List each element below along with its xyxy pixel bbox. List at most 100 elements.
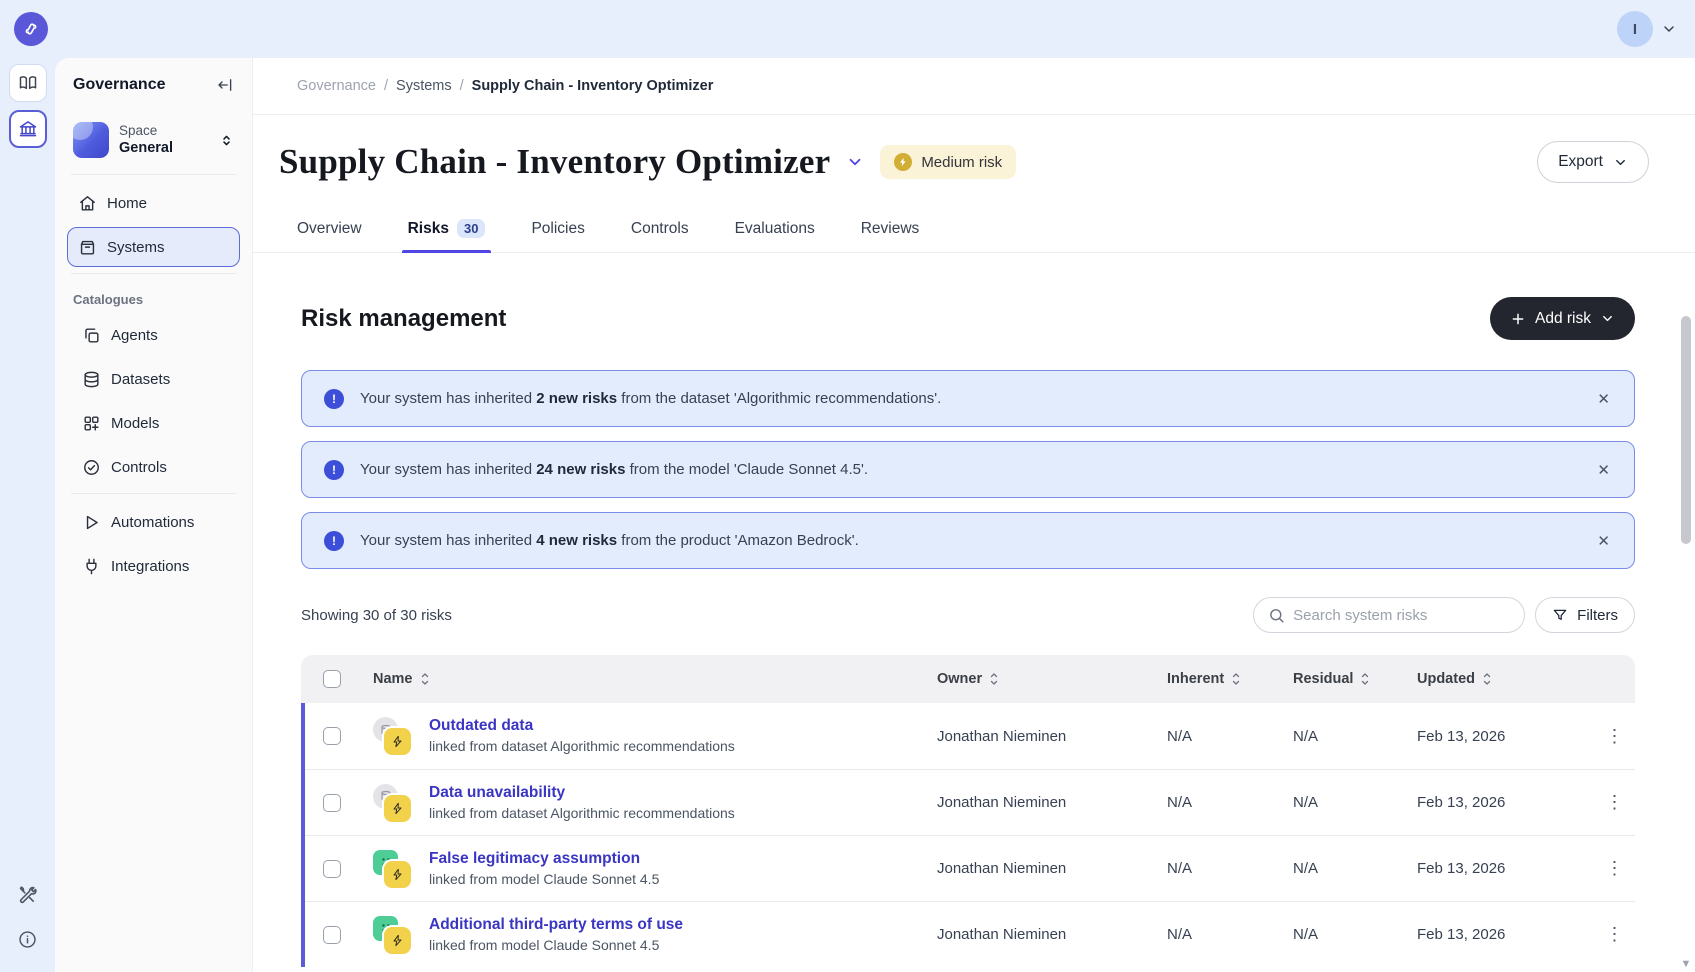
alert-exclamation-icon: ! bbox=[324, 460, 344, 480]
collapse-sidebar-icon[interactable] bbox=[216, 76, 234, 94]
info-icon[interactable] bbox=[9, 920, 47, 958]
sidebar-item-label: Systems bbox=[107, 239, 165, 256]
sort-icon bbox=[988, 672, 1000, 686]
sidebar-item-controls[interactable]: Controls bbox=[71, 447, 240, 487]
row-kebab-menu-icon[interactable]: ⋮ bbox=[1595, 924, 1635, 945]
sidebar-item-models[interactable]: Models bbox=[71, 403, 240, 443]
risk-linked-from: linked from dataset Algorithmic recommen… bbox=[429, 804, 735, 824]
inherent-cell: N/A bbox=[1167, 728, 1293, 745]
row-checkbox[interactable] bbox=[323, 794, 341, 812]
title-chevron-down-icon[interactable] bbox=[846, 153, 864, 171]
alert-close-icon[interactable]: ✕ bbox=[1593, 457, 1614, 483]
row-checkbox[interactable] bbox=[323, 727, 341, 745]
risk-linked-from: linked from model Claude Sonnet 4.5 bbox=[429, 870, 659, 890]
app-window: I bbox=[0, 0, 1695, 972]
residual-cell: N/A bbox=[1293, 794, 1417, 811]
risk-name-link[interactable]: Outdated data bbox=[429, 715, 735, 737]
column-header-inherent[interactable]: Inherent bbox=[1167, 671, 1293, 687]
tabs: Overview Risks 30 Policies Controls Eval… bbox=[253, 209, 1695, 253]
page-title: Supply Chain - Inventory Optimizer bbox=[279, 142, 830, 182]
select-all-checkbox[interactable] bbox=[323, 670, 341, 688]
sidebar-item-systems[interactable]: Systems bbox=[67, 227, 240, 267]
tab-policies[interactable]: Policies bbox=[531, 220, 584, 252]
column-header-owner[interactable]: Owner bbox=[937, 671, 1167, 687]
search-input[interactable] bbox=[1293, 607, 1510, 624]
risk-bolt-icon bbox=[384, 861, 411, 888]
alert-close-icon[interactable]: ✕ bbox=[1593, 386, 1614, 412]
alert-close-icon[interactable]: ✕ bbox=[1593, 528, 1614, 554]
risk-content: Risk management Add risk ! Your system h… bbox=[253, 253, 1695, 972]
add-risk-button[interactable]: Add risk bbox=[1490, 297, 1635, 340]
table-row[interactable]: Data unavailability linked from dataset … bbox=[301, 769, 1635, 835]
column-header-residual[interactable]: Residual bbox=[1293, 671, 1417, 687]
sidebar-item-agents[interactable]: Agents bbox=[71, 315, 240, 355]
tools-icon[interactable] bbox=[9, 876, 47, 914]
sidebar-item-label: Home bbox=[107, 195, 147, 212]
sidebar-item-integrations[interactable]: Integrations bbox=[71, 546, 240, 586]
filters-button[interactable]: Filters bbox=[1535, 597, 1635, 633]
risk-bolt-icon bbox=[384, 927, 411, 954]
sidebar-item-home[interactable]: Home bbox=[67, 183, 240, 223]
tab-risks[interactable]: Risks 30 bbox=[408, 219, 486, 252]
alert-message: Your system has inherited 24 new risks f… bbox=[360, 461, 1577, 478]
user-menu-chevron-down-icon[interactable] bbox=[1661, 21, 1677, 37]
sidebar-title: Governance bbox=[73, 76, 165, 94]
chevron-up-down-icon bbox=[219, 133, 234, 148]
table-row[interactable]: Outdated data linked from dataset Algori… bbox=[301, 703, 1635, 769]
divider bbox=[71, 273, 236, 274]
tab-overview[interactable]: Overview bbox=[297, 220, 362, 252]
risk-source-badges bbox=[373, 782, 413, 824]
add-risk-label: Add risk bbox=[1535, 310, 1591, 328]
risk-linked-from: linked from dataset Algorithmic recommen… bbox=[429, 737, 735, 757]
governance-bank-icon[interactable] bbox=[9, 110, 47, 148]
export-button[interactable]: Export bbox=[1537, 141, 1649, 183]
risk-source-badges bbox=[373, 914, 413, 956]
chevron-down-icon bbox=[1613, 155, 1628, 170]
table-row[interactable]: Additional third-party terms of use link… bbox=[301, 901, 1635, 967]
column-header-name[interactable]: Name bbox=[373, 671, 937, 687]
scrollbar-down-arrow[interactable]: ▼ bbox=[1681, 958, 1692, 970]
scrollbar-thumb[interactable] bbox=[1681, 316, 1691, 544]
breadcrumb-governance[interactable]: Governance bbox=[297, 78, 376, 94]
alert-exclamation-icon: ! bbox=[324, 389, 344, 409]
table-body: Outdated data linked from dataset Algori… bbox=[301, 703, 1635, 967]
export-label: Export bbox=[1558, 153, 1603, 171]
table-header-row: Name Owner Inherent Residual Updated bbox=[301, 655, 1635, 703]
divider bbox=[71, 493, 236, 494]
chevron-down-icon bbox=[1600, 311, 1615, 326]
divider bbox=[71, 174, 236, 175]
app-logo-icon[interactable] bbox=[14, 12, 48, 46]
sidebar-item-label: Controls bbox=[111, 459, 167, 476]
column-header-updated[interactable]: Updated bbox=[1417, 671, 1595, 687]
user-avatar[interactable]: I bbox=[1617, 11, 1653, 47]
risks-count-badge: 30 bbox=[457, 219, 485, 238]
sidebar-item-datasets[interactable]: Datasets bbox=[71, 359, 240, 399]
risk-name-link[interactable]: False legitimacy assumption bbox=[429, 848, 659, 870]
tab-reviews[interactable]: Reviews bbox=[861, 220, 920, 252]
breadcrumb-systems[interactable]: Systems bbox=[396, 78, 452, 94]
risk-name-link[interactable]: Data unavailability bbox=[429, 782, 735, 804]
sidebar-item-automations[interactable]: Automations bbox=[71, 502, 240, 542]
icon-rail bbox=[0, 58, 55, 972]
row-checkbox[interactable] bbox=[323, 926, 341, 944]
risk-name-link[interactable]: Additional third-party terms of use bbox=[429, 914, 683, 936]
alert-message: Your system has inherited 2 new risks fr… bbox=[360, 390, 1577, 407]
row-checkbox[interactable] bbox=[323, 860, 341, 878]
controls-icon bbox=[82, 458, 101, 477]
table-row[interactable]: False legitimacy assumption linked from … bbox=[301, 835, 1635, 901]
inherent-cell: N/A bbox=[1167, 794, 1293, 811]
tab-label: Reviews bbox=[861, 220, 920, 238]
breadcrumb-separator: / bbox=[460, 78, 464, 94]
inherent-cell: N/A bbox=[1167, 860, 1293, 877]
filters-label: Filters bbox=[1577, 607, 1618, 624]
space-selector[interactable]: Space General bbox=[67, 112, 240, 172]
row-kebab-menu-icon[interactable]: ⋮ bbox=[1595, 858, 1635, 879]
inherent-cell: N/A bbox=[1167, 926, 1293, 943]
docs-book-icon[interactable] bbox=[9, 64, 47, 102]
row-kebab-menu-icon[interactable]: ⋮ bbox=[1595, 726, 1635, 747]
inherited-risks-alert: ! Your system has inherited 2 new risks … bbox=[301, 370, 1635, 427]
row-kebab-menu-icon[interactable]: ⋮ bbox=[1595, 792, 1635, 813]
tab-evaluations[interactable]: Evaluations bbox=[735, 220, 815, 252]
sort-icon bbox=[1481, 672, 1493, 686]
tab-controls[interactable]: Controls bbox=[631, 220, 689, 252]
